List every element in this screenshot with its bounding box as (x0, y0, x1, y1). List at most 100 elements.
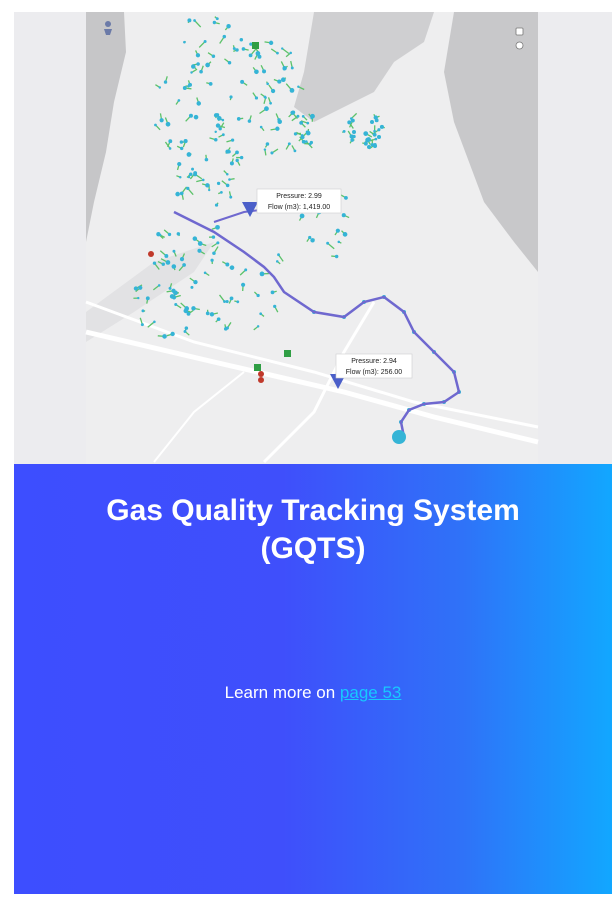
pipe-node (161, 262, 165, 266)
pipe-node (158, 86, 162, 89)
pipe-node (225, 262, 230, 267)
pipe-node (212, 251, 216, 255)
pipe-node (226, 172, 229, 176)
pipe-node (277, 253, 280, 257)
pipe-node (342, 129, 346, 133)
pipe-node (277, 118, 281, 122)
pipe-node (290, 66, 294, 70)
pipe-node (281, 47, 284, 50)
pipe-node (170, 331, 175, 337)
pipe-node (225, 183, 230, 188)
layer-toggle-checkbox[interactable] (515, 27, 524, 36)
page-link[interactable]: page 53 (340, 683, 401, 702)
pipe-node (247, 119, 252, 123)
pipe-node (191, 306, 196, 311)
pipe-node (186, 186, 190, 191)
pipe-node (172, 249, 176, 253)
pipe-node (347, 120, 352, 125)
pipe-node (190, 285, 194, 289)
pipe-node (179, 257, 185, 262)
pipe-node (232, 47, 236, 51)
station-marker (258, 377, 264, 383)
pipe-node (293, 132, 298, 136)
pipe-node (275, 260, 279, 263)
gqts-card: Pressure: 2.99 Flow (m3): 1,419.00 Press… (14, 12, 612, 894)
pipe-node (215, 224, 220, 230)
pipe-node (152, 261, 157, 265)
pipe-node (235, 150, 239, 155)
pipe-node (159, 118, 164, 123)
pipe-node (197, 241, 203, 246)
pipe-node (287, 142, 291, 146)
pipe-node (193, 279, 198, 285)
pipe-node (269, 101, 272, 105)
pipe-node (212, 20, 217, 25)
pipe-node (296, 114, 300, 118)
pipe-node (264, 96, 267, 99)
pipe-node (223, 327, 228, 331)
station-marker (258, 371, 264, 377)
pipe-node (176, 232, 181, 236)
pipe-node (256, 293, 260, 298)
pipe-node (262, 69, 267, 74)
pipe-node (192, 236, 198, 241)
pipe-node (204, 157, 209, 162)
pipe-node (379, 124, 384, 129)
pipe-node (377, 128, 381, 132)
pipe-node (216, 181, 221, 186)
pipe-node (229, 195, 233, 199)
learn-more-text: Learn more on page 53 (14, 682, 612, 704)
terminal-node[interactable] (392, 430, 406, 444)
pipe-node (211, 235, 216, 239)
layer-toggle-radio[interactable] (515, 41, 524, 50)
pipe-node (310, 238, 315, 243)
pipe-node (183, 139, 188, 144)
pipe-node (191, 64, 196, 69)
pipe-node (239, 155, 244, 160)
pipe-node (188, 113, 193, 118)
map-margin-right (538, 12, 612, 464)
pipe-node (225, 300, 229, 304)
pipe-node (159, 233, 162, 237)
pipe-node (344, 195, 348, 200)
pipe-node (373, 142, 377, 147)
learn-more-prefix: Learn more on (224, 683, 340, 702)
pipe-node (171, 288, 176, 293)
pipe-node (137, 296, 140, 300)
pipe-node (374, 137, 378, 141)
pipe-node (165, 121, 171, 127)
pipe-node (276, 51, 279, 55)
pipe-node (133, 286, 138, 291)
pipe-node (241, 47, 246, 51)
pipe-node (373, 129, 376, 133)
pipe-node (203, 271, 207, 275)
pipe-node (241, 282, 246, 287)
pipe-node (191, 167, 194, 171)
pipe-node (140, 323, 144, 327)
pipe-node (182, 86, 187, 91)
pipe-node (268, 40, 274, 45)
pipe-node (167, 232, 172, 237)
pipe-node (163, 80, 168, 84)
pipe-node (201, 178, 205, 182)
pipe-node (259, 312, 263, 316)
regulator-node (284, 350, 291, 357)
pipe-node (227, 60, 232, 65)
card-title: Gas Quality Tracking System (GQTS) (106, 494, 520, 565)
pipe-node (215, 17, 219, 21)
pipe-node (211, 54, 216, 58)
pipe-node (153, 320, 156, 324)
pipe-node (264, 106, 269, 112)
pipe-node (165, 260, 171, 265)
pipe-node (308, 235, 312, 240)
pipe-node (293, 149, 297, 153)
pipe-node (377, 135, 381, 139)
pipe-node (280, 77, 286, 83)
pipe-node (179, 146, 184, 151)
pipe-node (186, 152, 192, 157)
pipe-node (175, 191, 180, 197)
pipe-node (275, 126, 280, 131)
pipe-node (154, 123, 157, 127)
pipe-node (259, 271, 265, 277)
pipe-node (168, 286, 172, 290)
